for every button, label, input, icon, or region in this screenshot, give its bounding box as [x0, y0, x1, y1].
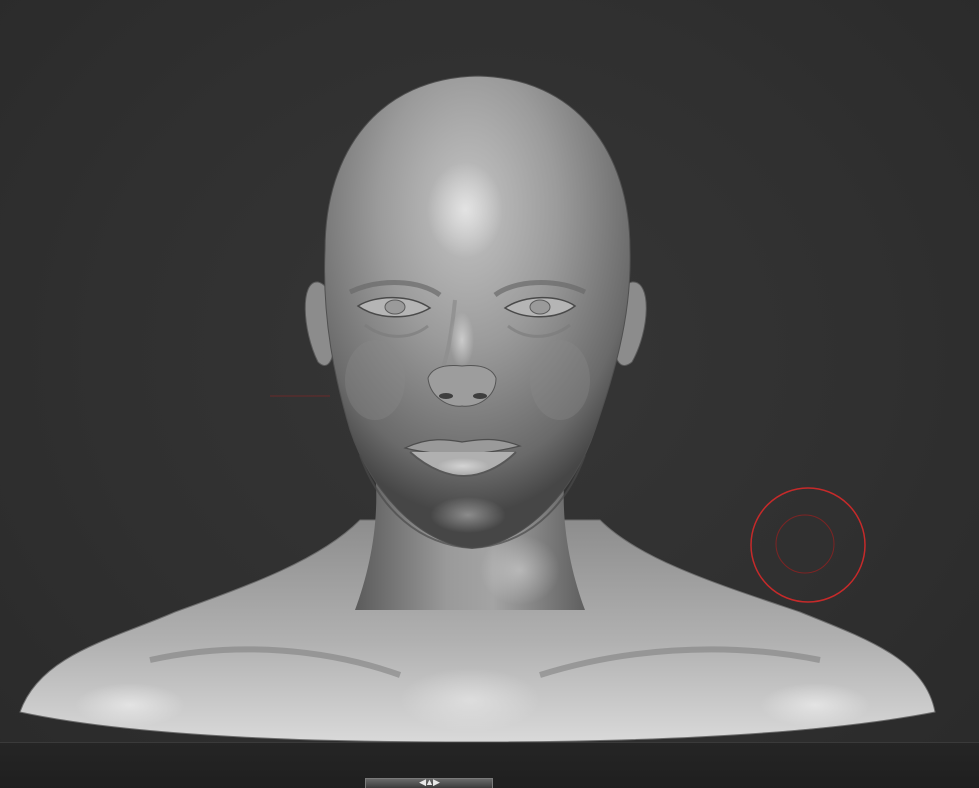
sternum-highlight: [400, 668, 540, 732]
eye-left-iris: [384, 299, 406, 315]
shoulder-highlight-left: [75, 683, 185, 727]
chin-highlight: [430, 497, 506, 533]
shelf-toggle-handle[interactable]: ◀▲▶: [365, 777, 493, 788]
forehead-highlight: [427, 162, 503, 258]
lip-highlight: [437, 458, 489, 474]
shoulder-highlight-right: [760, 683, 870, 727]
expand-arrows-icon: ◀▲▶: [419, 777, 440, 787]
eye-right-iris: [529, 299, 551, 315]
nostril-left: [439, 393, 453, 399]
cheek-left: [345, 340, 405, 420]
nose-highlight: [450, 312, 474, 368]
sculpt-viewport[interactable]: ◀▲▶: [0, 0, 979, 788]
cheek-right: [530, 340, 590, 420]
nostril-right: [473, 393, 487, 399]
canvas-document[interactable]: [0, 0, 979, 788]
